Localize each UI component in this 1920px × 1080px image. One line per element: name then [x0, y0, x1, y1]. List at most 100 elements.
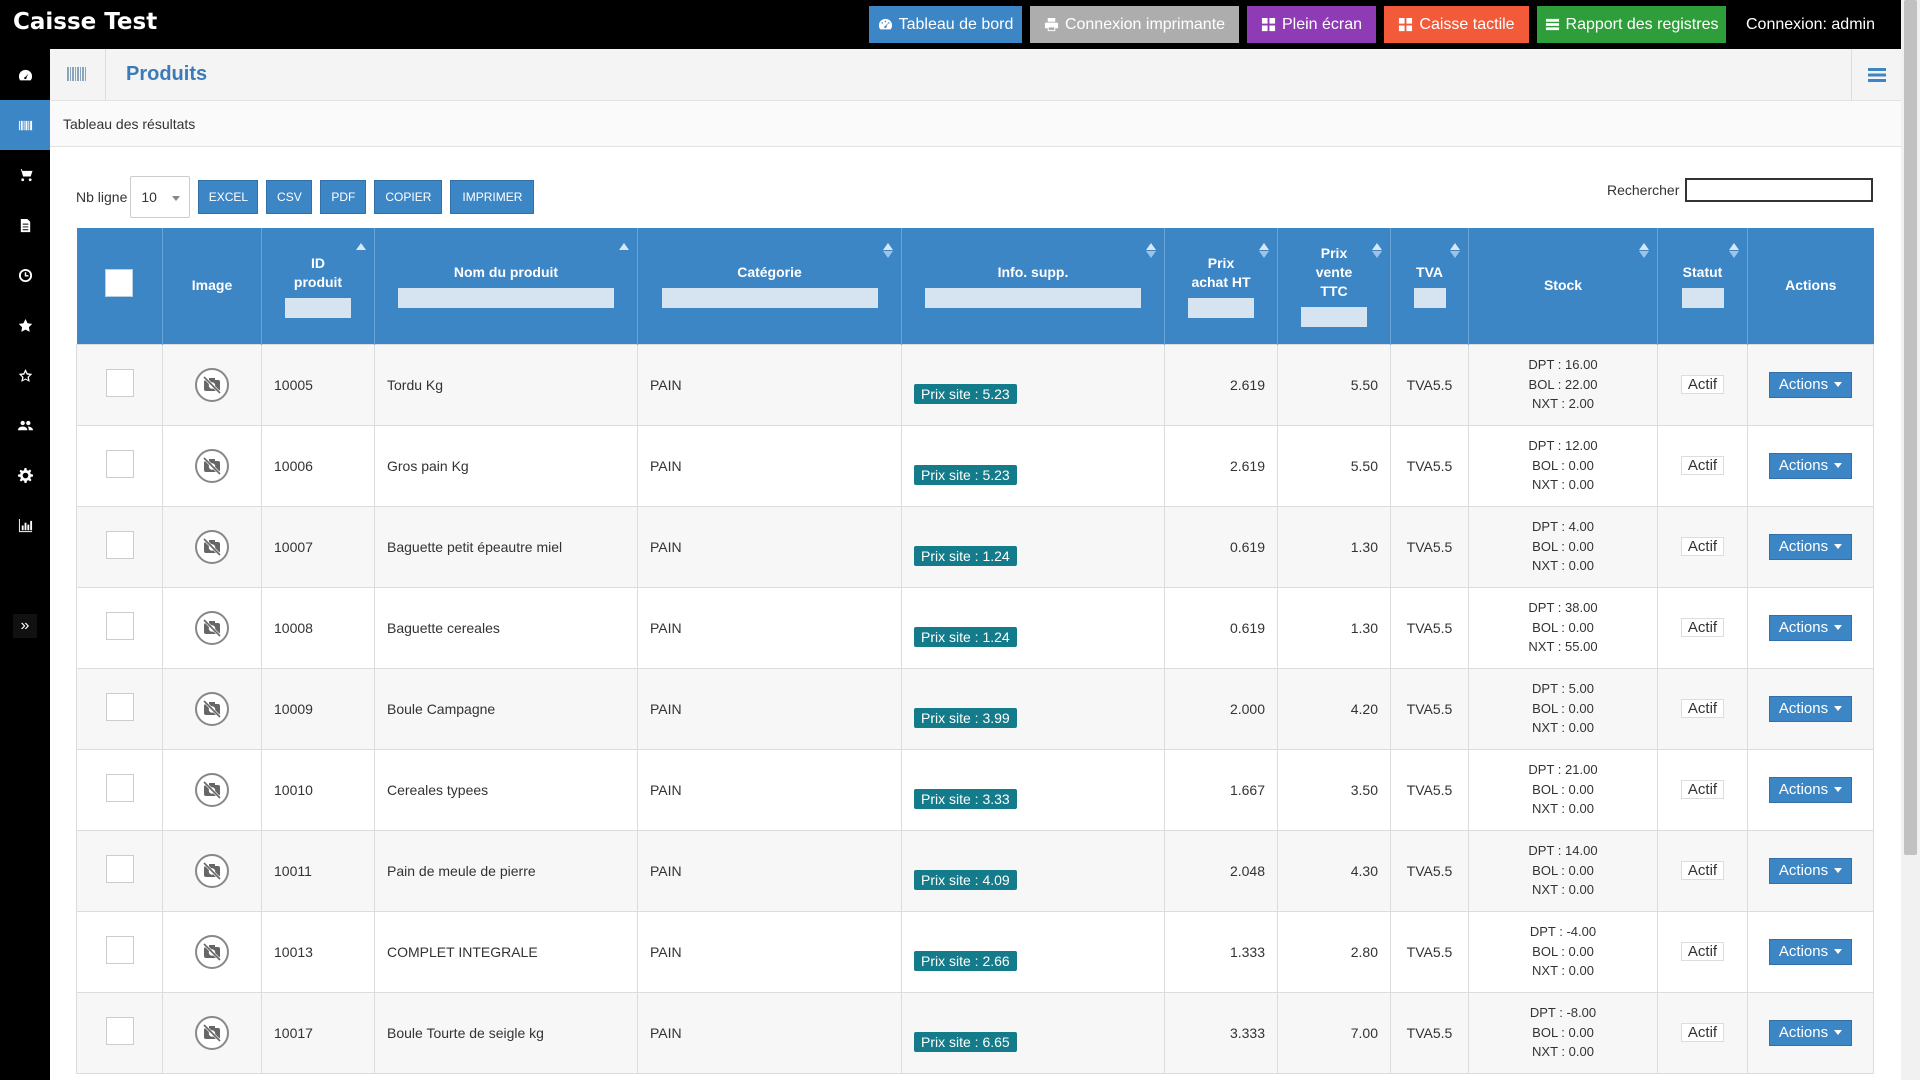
row-select-cell — [76, 343, 163, 426]
filter-id-input[interactable] — [285, 297, 351, 318]
printer-connection-button[interactable]: Connexion imprimante — [1030, 6, 1239, 43]
sidebar-item-ratings[interactable] — [0, 350, 50, 400]
row-checkbox[interactable] — [105, 531, 134, 559]
row-checkbox[interactable] — [105, 936, 134, 964]
row-select-cell — [76, 424, 163, 507]
results-subheader: Tableau des résultats — [50, 101, 1901, 147]
sidebar-item-statistics[interactable] — [0, 500, 50, 550]
actions-dropdown-button[interactable]: Actions — [1768, 776, 1853, 803]
fullscreen-button[interactable]: Plein écran — [1247, 6, 1376, 43]
header-stock[interactable]: Stock — [1468, 228, 1658, 344]
header-actions: Actions — [1747, 228, 1874, 344]
actions-cell: Actions — [1747, 991, 1874, 1074]
stock-dpt: DPT : 5.00 — [1532, 681, 1594, 697]
header-id-label: ID produit — [293, 254, 343, 290]
export-csv-button[interactable]: CSV — [266, 180, 313, 214]
header-sell-price-label: Prix vente TTC — [1315, 245, 1353, 300]
sidebar-item-products[interactable] — [0, 100, 50, 150]
header-sell-price[interactable]: Prix vente TTC — [1277, 228, 1391, 344]
scrollbar-thumb[interactable] — [1904, 0, 1917, 855]
header-name[interactable]: Nom du produit — [374, 228, 638, 344]
actions-cell: Actions — [1747, 829, 1874, 912]
sidebar-item-documents[interactable] — [0, 200, 50, 250]
stock-dpt: DPT : 12.00 — [1528, 438, 1598, 454]
stock-dpt: DPT : -8.00 — [1529, 1005, 1597, 1021]
clock-icon — [18, 268, 32, 282]
row-image-cell — [162, 505, 262, 588]
filter-name-input[interactable] — [398, 288, 614, 309]
sidebar-expand-button[interactable]: » — [13, 614, 37, 638]
list-icon — [1545, 18, 1559, 31]
actions-dropdown-button[interactable]: Actions — [1768, 938, 1853, 965]
header-id[interactable]: ID produit — [261, 228, 375, 344]
row-image-cell — [162, 343, 262, 426]
sidebar-item-dashboard[interactable] — [0, 50, 50, 100]
filter-buy-price-input[interactable] — [1188, 297, 1254, 318]
printer-icon — [1044, 17, 1059, 32]
search-label: Rechercher — [1607, 182, 1680, 198]
header-buy-price[interactable]: Prix achat HT — [1164, 228, 1278, 344]
product-name: Gros pain Kg — [374, 424, 638, 507]
column-toggle-button[interactable] — [1851, 49, 1901, 101]
status-badge: Actif — [1680, 537, 1725, 556]
page-header: Produits — [50, 49, 1901, 101]
filter-sell-price-input[interactable] — [1301, 307, 1367, 328]
page-scrollbar[interactable] — [1901, 0, 1920, 1080]
site-price-badge: Prix site : 5.23 — [914, 464, 1017, 485]
header-info[interactable]: Info. supp. — [901, 228, 1165, 344]
stock-dpt: DPT : 4.00 — [1532, 519, 1594, 535]
actions-dropdown-button[interactable]: Actions — [1768, 614, 1853, 641]
sell-price: 3.50 — [1277, 748, 1391, 831]
stock-dpt: DPT : 38.00 — [1528, 600, 1598, 616]
filter-info-input[interactable] — [925, 288, 1141, 309]
filter-status-input[interactable] — [1681, 288, 1724, 309]
filter-tva-input[interactable] — [1413, 288, 1446, 309]
row-checkbox[interactable] — [105, 612, 134, 640]
export-excel-button[interactable]: EXCEL — [198, 180, 259, 214]
buy-price: 2.619 — [1164, 343, 1278, 426]
actions-cell: Actions — [1747, 343, 1874, 426]
actions-dropdown-button[interactable]: Actions — [1768, 533, 1853, 560]
sidebar-item-favorites[interactable] — [0, 300, 50, 350]
grid-icon — [1261, 17, 1276, 32]
actions-dropdown-button[interactable]: Actions — [1768, 452, 1853, 479]
actions-label: Actions — [1778, 862, 1829, 879]
header-status[interactable]: Statut — [1657, 228, 1748, 344]
sidebar-item-cart[interactable] — [0, 150, 50, 200]
sell-price: 5.50 — [1277, 424, 1391, 507]
header-category[interactable]: Catégorie — [637, 228, 902, 344]
copy-button[interactable]: COPIER — [374, 180, 443, 214]
row-checkbox[interactable] — [105, 693, 134, 721]
sidebar-item-history[interactable] — [0, 250, 50, 300]
actions-dropdown-button[interactable]: Actions — [1768, 695, 1853, 722]
status-cell: Actif — [1657, 667, 1748, 750]
export-pdf-button[interactable]: PDF — [320, 180, 367, 214]
filter-category-input[interactable] — [661, 288, 878, 309]
rows-per-page-select[interactable]: 10 — [130, 176, 191, 218]
row-checkbox[interactable] — [105, 774, 134, 802]
header-tva[interactable]: TVA — [1390, 228, 1469, 344]
site-price-badge: Prix site : 3.99 — [914, 707, 1017, 728]
actions-dropdown-button[interactable]: Actions — [1768, 1019, 1853, 1046]
no-image-icon — [195, 772, 229, 807]
status-badge: Actif — [1680, 375, 1725, 394]
row-checkbox[interactable] — [105, 855, 134, 883]
search-input[interactable] — [1685, 178, 1874, 202]
dashboard-button[interactable]: Tableau de bord — [869, 6, 1022, 43]
tva-rate: TVA5.5 — [1390, 910, 1469, 993]
row-image-cell — [162, 748, 262, 831]
actions-dropdown-button[interactable]: Actions — [1768, 857, 1853, 884]
print-button[interactable]: IMPRIMER — [450, 180, 535, 214]
product-info-cell: Prix site : 5.23 — [901, 343, 1165, 426]
register-report-button[interactable]: Rapport des registres — [1537, 6, 1726, 43]
row-checkbox[interactable] — [105, 369, 134, 397]
touch-register-button[interactable]: Caisse tactile — [1384, 6, 1529, 43]
row-checkbox[interactable] — [105, 450, 134, 478]
sidebar-item-users[interactable] — [0, 400, 50, 450]
sidebar-item-settings[interactable] — [0, 450, 50, 500]
actions-dropdown-button[interactable]: Actions — [1768, 371, 1853, 398]
row-checkbox[interactable] — [105, 1017, 134, 1045]
caret-down-icon — [1834, 949, 1843, 954]
stock-bol: BOL : 0.00 — [1532, 862, 1594, 878]
select-all-checkbox[interactable] — [105, 269, 134, 298]
